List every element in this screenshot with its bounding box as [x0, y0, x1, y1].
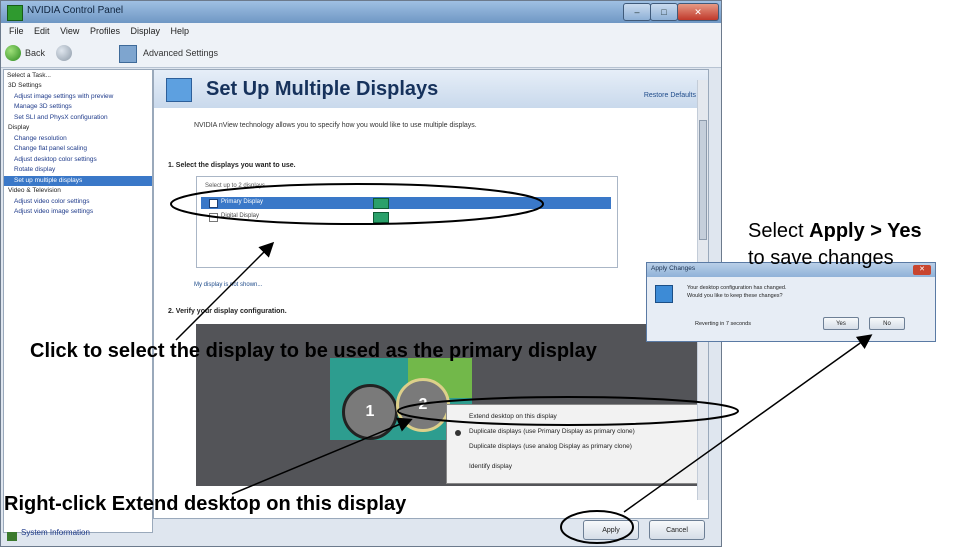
dialog-no-button[interactable]: No — [869, 317, 905, 330]
annotation-primary-display: Click to select the display to be used a… — [30, 340, 597, 362]
multiple-displays-icon — [166, 78, 192, 102]
panel-header: Set Up Multiple Displays Restore Default… — [154, 70, 708, 108]
tree-item-change-resolution[interactable]: Change resolution — [4, 134, 152, 145]
advanced-settings-dropdown[interactable]: Advanced Settings — [143, 48, 218, 58]
scrollbar-thumb[interactable] — [699, 120, 707, 240]
menu-file[interactable]: File — [9, 23, 24, 39]
menu-edit[interactable]: Edit — [34, 23, 50, 39]
forward-arrow-icon[interactable] — [56, 45, 72, 61]
annotation-apply-prefix: Select — [748, 220, 810, 242]
display-checkbox-primary[interactable] — [209, 199, 218, 208]
tree-item-multiple-displays[interactable]: Set up multiple displays — [4, 175, 152, 186]
display-1-badge[interactable]: 1 — [342, 384, 398, 440]
toolbar: Back Advanced Settings — [1, 39, 721, 68]
section-select-displays: 1. Select the displays you want to use. — [168, 162, 296, 169]
tree-item-flat-panel-scaling[interactable]: Change flat panel scaling — [4, 144, 152, 155]
task-tree: Select a Task... 3D Settings Adjust imag… — [3, 69, 153, 533]
tree-item-video-color[interactable]: Adjust video color settings — [4, 197, 152, 208]
menu-display[interactable]: Display — [130, 23, 160, 39]
apply-button[interactable]: Apply — [583, 520, 639, 540]
minimize-button[interactable]: – — [623, 3, 651, 21]
menu-bar: File Edit View Profiles Display Help — [1, 23, 721, 39]
panel-description: NVIDIA nView technology allows you to sp… — [194, 122, 477, 129]
section-verify-config: 2. Verify your display configuration. — [168, 308, 287, 315]
cancel-button[interactable]: Cancel — [649, 520, 705, 540]
tree-category-3d-settings[interactable]: 3D Settings — [4, 81, 152, 92]
apply-changes-dialog: Apply Changes ✕ Your desktop configurati… — [646, 262, 936, 342]
monitor-icon — [373, 198, 389, 209]
tree-category-video[interactable]: Video & Television — [4, 186, 152, 197]
radio-selected-icon — [455, 430, 461, 436]
annotation-apply-line2: to save changes — [748, 247, 894, 269]
title-bar: NVIDIA Control Panel – □ ✕ — [1, 1, 721, 23]
display-label-digital: Digital Display — [221, 213, 260, 219]
context-item-extend-desktop[interactable]: Extend desktop on this display — [469, 413, 557, 420]
display-checkbox-digital[interactable] — [209, 213, 218, 222]
display-list: Select up to 2 displays. Primary Display… — [196, 176, 618, 268]
context-item-identify-display[interactable]: Identify display — [469, 463, 512, 470]
settings-icon — [119, 45, 137, 63]
system-info-icon — [7, 532, 17, 541]
system-information-link[interactable]: System Information — [3, 528, 151, 546]
tree-item-adjust-image[interactable]: Adjust image settings with preview — [4, 92, 152, 103]
tree-item-rotate-display[interactable]: Rotate display — [4, 165, 152, 176]
dialog-countdown: Reverting in 7 seconds — [695, 321, 751, 327]
restore-defaults-link[interactable]: Restore Defaults — [644, 92, 696, 99]
close-button[interactable]: ✕ — [677, 3, 719, 21]
display-row-primary[interactable]: Primary Display — [201, 197, 611, 209]
display-list-header: Select up to 2 displays. — [205, 183, 267, 189]
display-label-primary: Primary Display — [221, 199, 264, 205]
monitor-icon — [373, 212, 389, 223]
menu-profiles[interactable]: Profiles — [90, 23, 120, 39]
context-item-duplicate-primary[interactable]: Duplicate displays (use Primary Display … — [469, 428, 635, 435]
dialog-yes-button[interactable]: Yes — [823, 317, 859, 330]
back-button[interactable]: Back — [25, 48, 45, 58]
back-arrow-icon[interactable] — [5, 45, 21, 61]
annotation-apply-instruction: Select Apply > Yes to save changes — [748, 218, 922, 272]
display-row-digital[interactable]: Digital Display — [201, 211, 611, 223]
tree-header: Select a Task... — [7, 72, 51, 79]
tree-item-desktop-color[interactable]: Adjust desktop color settings — [4, 155, 152, 166]
nvidia-control-panel-window: NVIDIA Control Panel – □ ✕ File Edit Vie… — [0, 0, 722, 547]
display-2-badge[interactable]: 2 — [396, 378, 450, 432]
page-title: Set Up Multiple Displays — [206, 78, 439, 100]
system-info-label: System Information — [21, 528, 90, 537]
tree-category-display[interactable]: Display — [4, 123, 152, 134]
maximize-button[interactable]: □ — [650, 3, 678, 21]
menu-view[interactable]: View — [60, 23, 79, 39]
main-panel: Set Up Multiple Displays Restore Default… — [153, 69, 709, 519]
tree-item-manage-3d[interactable]: Manage 3D settings — [4, 102, 152, 113]
menu-help[interactable]: Help — [171, 23, 190, 39]
context-menu: Extend desktop on this display Duplicate… — [446, 404, 708, 484]
annotation-right-click: Right-click Extend desktop on this displ… — [4, 493, 407, 515]
display-settings-icon — [655, 285, 673, 303]
annotation-apply-bold: Apply > Yes — [809, 220, 922, 242]
dialog-title: Apply Changes — [651, 265, 696, 272]
nvidia-app-icon — [7, 5, 23, 21]
dialog-message-line1: Your desktop configuration has changed. — [687, 285, 787, 291]
display-not-shown-link[interactable]: My display is not shown... — [194, 282, 262, 288]
tree-item-sli-physx[interactable]: Set SLI and PhysX configuration — [4, 113, 152, 124]
dialog-message-line2: Would you like to keep these changes? — [687, 293, 783, 299]
window-title: NVIDIA Control Panel — [27, 5, 124, 16]
context-item-duplicate-analog[interactable]: Duplicate displays (use analog Display a… — [469, 443, 632, 450]
tree-item-video-image[interactable]: Adjust video image settings — [4, 207, 152, 218]
